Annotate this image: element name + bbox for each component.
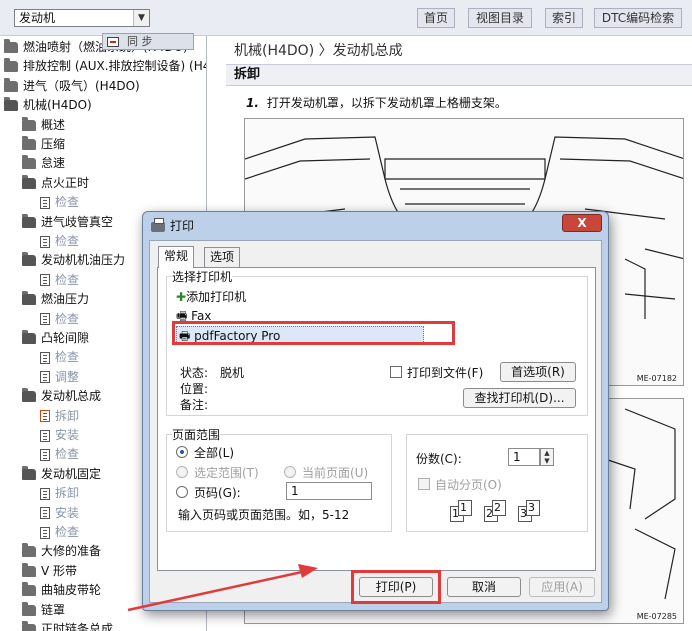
app-window: 发动机 ▼ 首页 视图目录 索引 DTC编码检索 燃油喷射（燃油系统）(H4DO… xyxy=(0,0,692,631)
annotation-arrow-icon xyxy=(127,564,318,612)
tab-general[interactable]: 常规 xyxy=(158,246,195,268)
